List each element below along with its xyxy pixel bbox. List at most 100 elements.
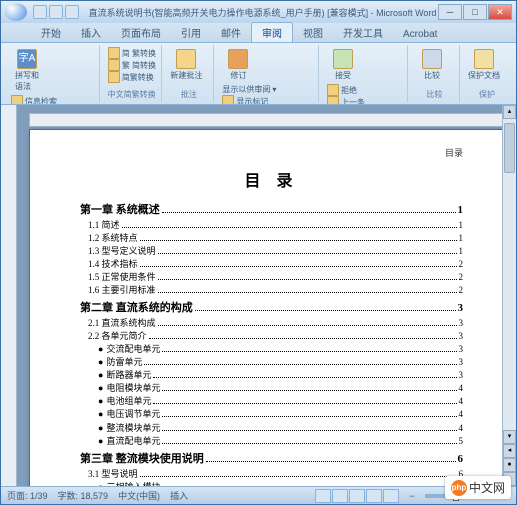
accept-button[interactable]: 接受 xyxy=(325,47,361,83)
vertical-scrollbar[interactable]: ▴ ▾ ◂ ● ▸ xyxy=(502,105,516,486)
previous-button[interactable]: 上一条 xyxy=(325,96,367,105)
office-button[interactable] xyxy=(5,3,27,21)
ribbon-group-comments: 新建批注 批注 xyxy=(164,45,214,102)
toc-entry[interactable]: 2.1 直流系统构成3 xyxy=(80,317,463,330)
research-button[interactable]: 信息检索 xyxy=(9,95,59,105)
research-icon xyxy=(11,95,23,105)
qat-redo[interactable] xyxy=(65,5,79,19)
qat-save[interactable] xyxy=(33,5,47,19)
browse-object[interactable]: ● xyxy=(503,458,516,472)
view-web-layout[interactable] xyxy=(349,489,365,503)
simp-to-trad-button[interactable]: 简 繁转换 xyxy=(106,47,158,59)
toc-entry-page: 1 xyxy=(458,203,464,219)
toc-dots xyxy=(149,338,457,339)
toc-entry[interactable]: 第二章 直流系统的构成3 xyxy=(80,301,463,317)
tab-page-layout[interactable]: 页面布局 xyxy=(111,23,171,42)
vertical-ruler[interactable] xyxy=(1,105,17,486)
ribbon-group-compare: 比较 比较 xyxy=(410,45,460,102)
toc-dots xyxy=(162,416,456,417)
spelling-icon: 字A xyxy=(17,49,37,69)
view-full-screen[interactable] xyxy=(332,489,348,503)
toc-entry[interactable]: ●整流模块单元4 xyxy=(80,422,463,435)
toc-entry[interactable]: ●电池组单元4 xyxy=(80,395,463,408)
toc-entry[interactable]: 3.1 型号说明6 xyxy=(80,468,463,481)
tab-review[interactable]: 审阅 xyxy=(251,22,293,42)
toc-dots xyxy=(153,377,456,378)
new-comment-button[interactable]: 新建批注 xyxy=(168,47,204,88)
toc-entry[interactable]: ●电压调节单元4 xyxy=(80,408,463,421)
group-label-protect: 保护 xyxy=(466,88,508,100)
browse-prev[interactable]: ◂ xyxy=(503,444,516,458)
maximize-button[interactable]: □ xyxy=(463,4,487,20)
tab-developer[interactable]: 开发工具 xyxy=(333,23,393,42)
status-page[interactable]: 页面: 1/39 xyxy=(7,489,48,502)
spelling-button[interactable]: 字A 拼写和语法 xyxy=(9,47,45,94)
toc-entry[interactable]: 第一章 系统概述1 xyxy=(80,203,463,219)
trad-to-simp-button[interactable]: 繁 简转换 xyxy=(106,59,158,71)
document-page[interactable]: 目录 目 录 第一章 系统概述11.1 简述11.2 系统特点11.3 型号定义… xyxy=(29,129,504,486)
toc-entry[interactable]: ●直流配电单元5 xyxy=(80,435,463,448)
toc-entry[interactable]: ●防雷单元3 xyxy=(80,356,463,369)
bullet-icon: ● xyxy=(98,369,103,382)
document-area: 目录 目 录 第一章 系统概述11.1 简述11.2 系统特点11.3 型号定义… xyxy=(1,105,516,486)
toc-entry[interactable]: 1.5 正常使用条件2 xyxy=(80,271,463,284)
toc-entry[interactable]: 1.1 简述1 xyxy=(80,219,463,232)
toc-entry[interactable]: ●电阻模块单元4 xyxy=(80,382,463,395)
bullet-icon: ● xyxy=(98,395,103,408)
compare-button[interactable]: 比较 xyxy=(414,47,450,88)
toc-entry-label: 1.3 型号定义说明 xyxy=(88,245,156,258)
tab-view[interactable]: 视图 xyxy=(293,23,333,42)
track-changes-button[interactable]: 修订 xyxy=(220,47,256,83)
toc-entry[interactable]: 1.4 技术指标2 xyxy=(80,258,463,271)
toc-entry[interactable]: ●三相输入模块6 xyxy=(80,481,463,486)
zoom-out[interactable]: − xyxy=(409,491,414,501)
status-insert[interactable]: 插入 xyxy=(170,489,188,502)
scroll-down-arrow[interactable]: ▾ xyxy=(503,430,516,444)
toc-entry-label: 整流模块单元 xyxy=(106,422,160,435)
ribbon: 字A 拼写和语法 信息检索 同义词库 翻译 校对 简 繁转换 繁 简转换 简繁转… xyxy=(1,43,516,105)
status-words[interactable]: 字数: 18,579 xyxy=(58,489,109,502)
tab-home[interactable]: 开始 xyxy=(31,23,71,42)
toc-entry[interactable]: 1.6 主要引用标准2 xyxy=(80,284,463,297)
scroll-up-arrow[interactable]: ▴ xyxy=(503,105,516,119)
toc-entry-label: 交流配电单元 xyxy=(106,343,160,356)
window-title: 直流系统说明书(智能高频开关电力操作电源系统_用户手册) [兼容模式] - Mi… xyxy=(87,6,438,19)
toc-dots xyxy=(195,310,456,311)
status-bar: 页面: 1/39 字数: 18,579 中文(中国) 插入 − + xyxy=(1,486,516,504)
toc-dots xyxy=(140,476,457,477)
convert-button[interactable]: 简繁转换 xyxy=(106,71,158,83)
toc-entry-label: 2.2 各单元简介 xyxy=(88,330,147,343)
toc-entry[interactable]: ●断路器单元3 xyxy=(80,369,463,382)
scroll-thumb[interactable] xyxy=(504,123,515,173)
tab-insert[interactable]: 插入 xyxy=(71,23,111,42)
toc-entry-label: 1.2 系统特点 xyxy=(88,232,138,245)
close-button[interactable]: ✕ xyxy=(488,4,512,20)
toc-entry[interactable]: 1.3 型号定义说明1 xyxy=(80,245,463,258)
bullet-icon: ● xyxy=(98,422,103,435)
toc-entry[interactable]: 第三章 整流模块使用说明6 xyxy=(80,452,463,468)
view-outline[interactable] xyxy=(366,489,382,503)
scroll-track[interactable] xyxy=(503,119,516,430)
tab-acrobat[interactable]: Acrobat xyxy=(393,27,447,42)
view-draft[interactable] xyxy=(383,489,399,503)
toc-entry-page: 3 xyxy=(459,317,464,330)
tab-mailings[interactable]: 邮件 xyxy=(211,23,251,42)
toc-dots xyxy=(162,351,456,352)
protect-button[interactable]: 保护文档 xyxy=(466,47,502,88)
horizontal-ruler[interactable] xyxy=(29,113,504,127)
toc-entry-page: 3 xyxy=(459,369,464,382)
reject-button[interactable]: 拒绝 xyxy=(325,84,367,96)
tab-references[interactable]: 引用 xyxy=(171,23,211,42)
bullet-icon: ● xyxy=(98,481,103,486)
minimize-button[interactable]: ─ xyxy=(438,4,462,20)
status-language[interactable]: 中文(中国) xyxy=(118,489,160,502)
toc-entry[interactable]: 2.2 各单元简介3 xyxy=(80,330,463,343)
show-markup-button[interactable]: 显示标记 xyxy=(220,95,278,105)
qat-undo[interactable] xyxy=(49,5,63,19)
toc-entry-label: 电池组单元 xyxy=(106,395,151,408)
toc-entry-page: 3 xyxy=(459,356,464,369)
toc-entry[interactable]: ●交流配电单元3 xyxy=(80,343,463,356)
view-print-layout[interactable] xyxy=(315,489,331,503)
display-dropdown[interactable]: 显示以供审阅 ▾ xyxy=(220,84,278,95)
toc-entry[interactable]: 1.2 系统特点1 xyxy=(80,232,463,245)
